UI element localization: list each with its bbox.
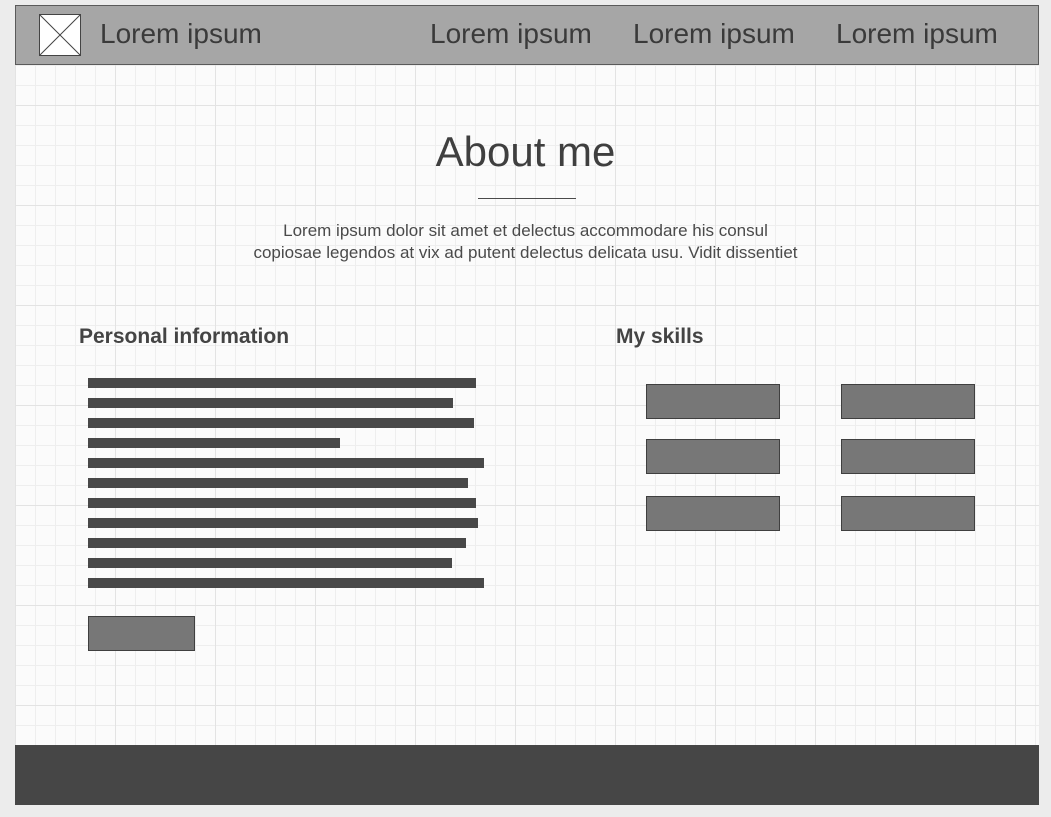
text-placeholder-line	[88, 398, 453, 408]
intro-paragraph: Lorem ipsum dolor sit amet et delectus a…	[0, 220, 1051, 264]
text-placeholder-line	[88, 538, 466, 548]
skill-button-2[interactable]	[841, 384, 975, 419]
intro-line-1: Lorem ipsum dolor sit amet et delectus a…	[283, 221, 768, 240]
top-navbar: Lorem ipsum Lorem ipsum Lorem ipsum Lore…	[15, 5, 1039, 65]
nav-link-1[interactable]: Lorem ipsum	[430, 18, 592, 50]
text-placeholder-line	[88, 518, 478, 528]
personal-info-heading: Personal information	[79, 325, 290, 348]
intro-line-2: copiosae legendos at vix ad putent delec…	[253, 243, 798, 262]
text-placeholder-line	[88, 378, 476, 388]
skills-heading: My skills	[616, 325, 704, 348]
personal-info-button[interactable]	[88, 616, 195, 651]
image-placeholder-icon[interactable]	[39, 14, 81, 56]
text-placeholder-line	[88, 478, 468, 488]
text-placeholder-line	[88, 578, 484, 588]
text-placeholder-line	[88, 498, 476, 508]
nav-link-2[interactable]: Lorem ipsum	[633, 18, 795, 50]
text-placeholder-line	[88, 558, 452, 568]
skill-button-5[interactable]	[646, 496, 780, 531]
text-placeholder-line	[88, 438, 340, 448]
text-placeholder-line	[88, 418, 474, 428]
page-title: About me	[435, 128, 616, 175]
brand-name[interactable]: Lorem ipsum	[100, 18, 262, 50]
skill-button-1[interactable]	[646, 384, 780, 419]
page-footer	[15, 745, 1039, 805]
skill-button-4[interactable]	[841, 439, 975, 474]
nav-link-3[interactable]: Lorem ipsum	[836, 18, 998, 50]
title-divider	[478, 198, 576, 199]
skill-button-3[interactable]	[646, 439, 780, 474]
skill-button-6[interactable]	[841, 496, 975, 531]
text-placeholder-line	[88, 458, 484, 468]
